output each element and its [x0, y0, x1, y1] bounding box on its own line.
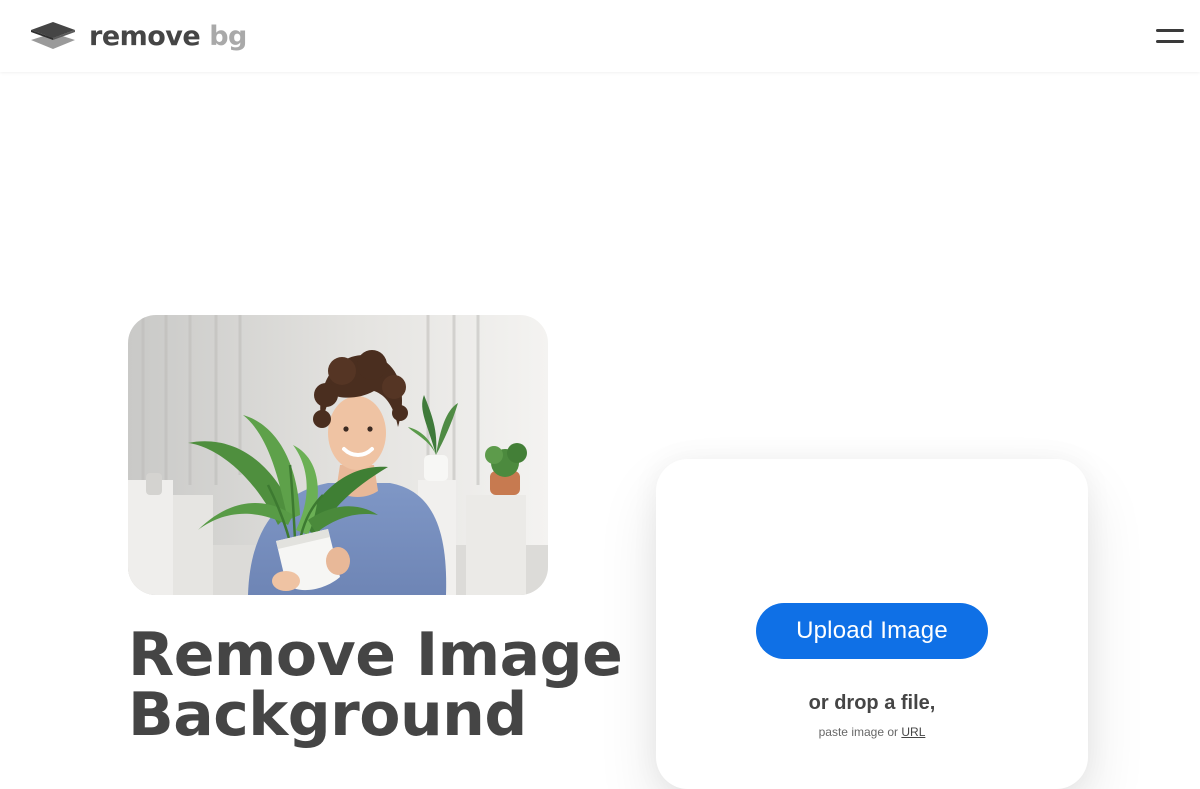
upload-dropzone[interactable]: Upload Image or drop a file, paste image…: [656, 459, 1088, 789]
paste-hint: paste image or URL: [656, 725, 1088, 739]
hamburger-menu-button[interactable]: [1146, 20, 1192, 52]
logo-word-bg: bg: [209, 20, 247, 52]
layers-logo-icon: [31, 22, 75, 49]
logo-word-remove: remove: [89, 20, 201, 52]
drop-file-text: or drop a file,: [808, 692, 936, 714]
page-title-line1: Remove Image: [128, 620, 623, 690]
page-title: Remove Image Background: [128, 625, 648, 745]
paste-hint-text: paste image or: [818, 725, 899, 739]
url-link[interactable]: URL: [901, 725, 925, 739]
site-header: remove bg: [0, 0, 1200, 72]
logo-link[interactable]: remove bg: [31, 18, 247, 54]
page-title-line2: Background: [128, 680, 527, 750]
logo-wordmark: remove bg: [89, 23, 247, 50]
hero-photo: [128, 315, 548, 595]
upload-image-button[interactable]: Upload Image: [756, 603, 988, 659]
